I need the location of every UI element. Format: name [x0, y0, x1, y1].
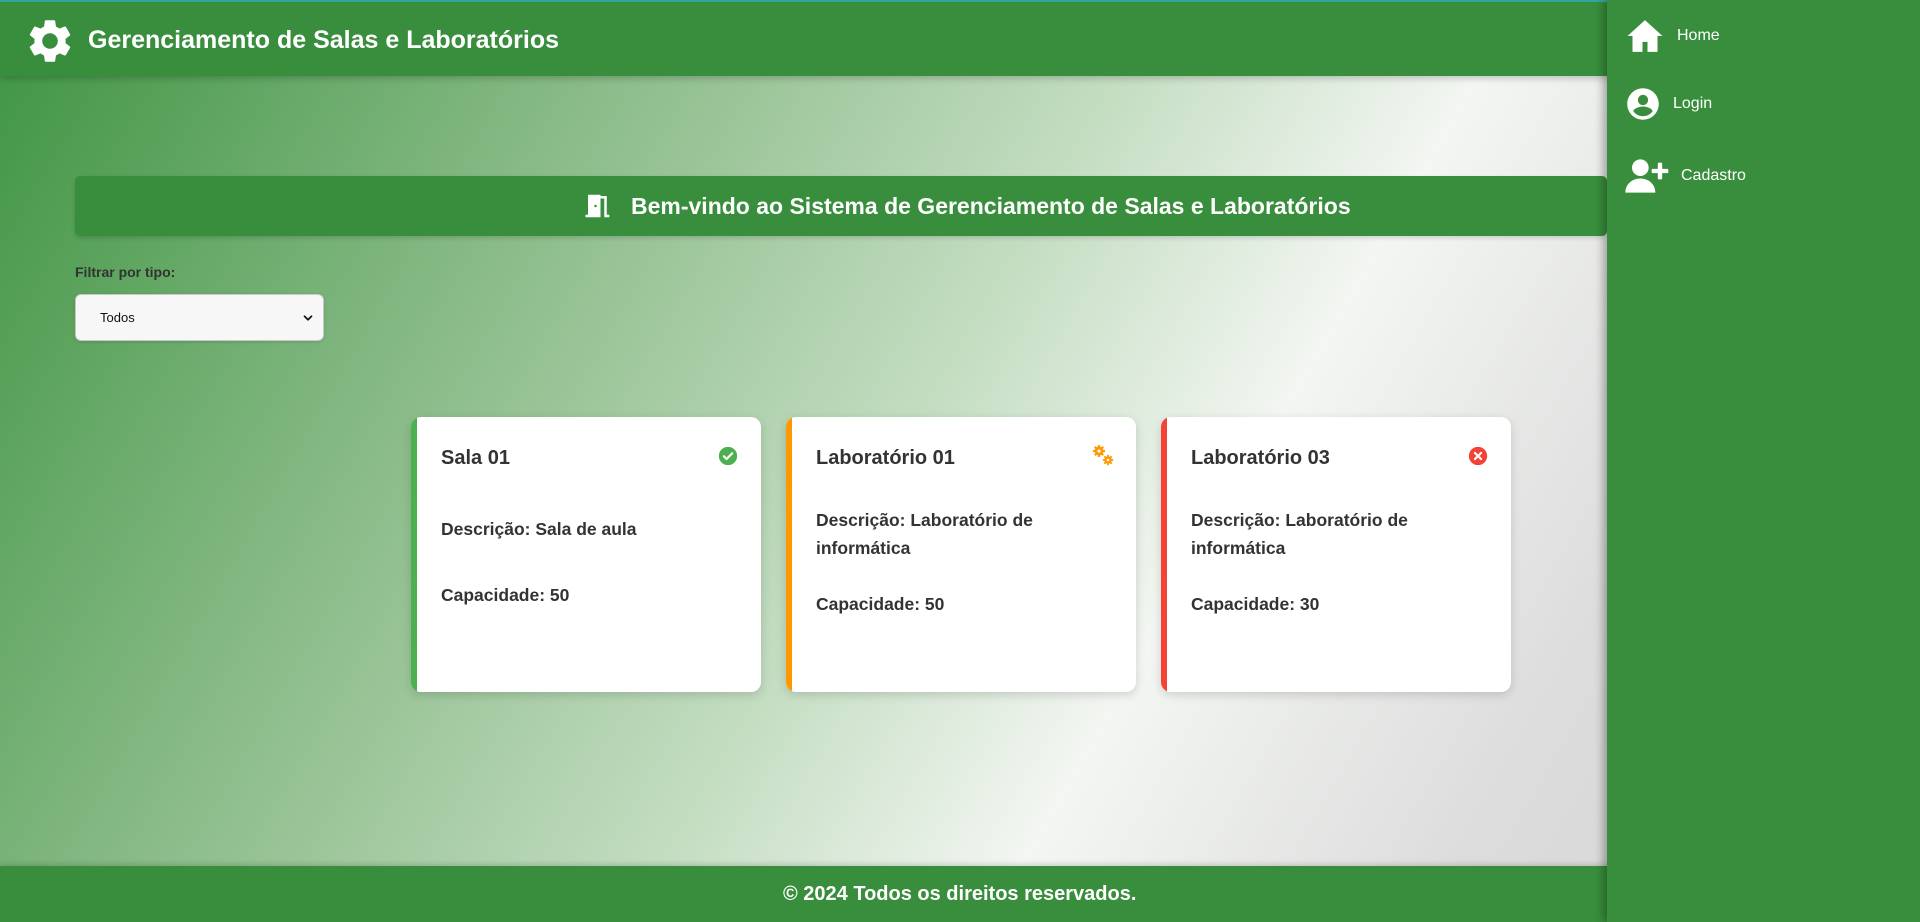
filter-selected-value: Todos — [100, 310, 135, 325]
card-title: Laboratório 03 — [1191, 447, 1330, 469]
welcome-banner: Bem-vindo ao Sistema de Gerenciamento de… — [75, 176, 1607, 236]
footer-copyright: © 2024 Todos os direitos reservados. — [783, 883, 1137, 905]
room-card[interactable]: Laboratório 01 Descrição: Laboratório de… — [786, 417, 1136, 692]
nav-label: Home — [1677, 27, 1720, 44]
nav-label: Login — [1673, 95, 1713, 112]
gear-icon — [29, 20, 71, 62]
card-capacity: Capacidade: 50 — [441, 585, 570, 605]
type-filter-select[interactable]: Todos — [75, 294, 324, 341]
nav-login[interactable]: Login — [1625, 86, 1712, 122]
card-title: Sala 01 — [441, 447, 510, 469]
filter-label: Filtrar por tipo: — [75, 264, 176, 280]
card-status-accent — [1161, 417, 1167, 692]
card-description: Descrição: Laboratório de informática — [1191, 510, 1408, 558]
gears-icon — [1093, 445, 1114, 466]
card-status-accent — [411, 417, 417, 692]
home-icon — [1627, 20, 1663, 52]
nav-label: Cadastro — [1681, 167, 1746, 184]
card-capacity: Capacidade: 30 — [1191, 594, 1320, 614]
side-nav: Home Login Cadastro — [1607, 0, 1920, 922]
nav-cadastro[interactable]: Cadastro — [1625, 156, 1746, 196]
room-card[interactable]: Laboratório 03 Descrição: Laboratório de… — [1161, 417, 1511, 692]
card-capacity: Capacidade: 50 — [816, 594, 945, 614]
card-status-accent — [786, 417, 792, 692]
user-circle-icon — [1627, 88, 1659, 120]
user-plus-icon — [1625, 159, 1669, 193]
card-description: Descrição: Sala de aula — [441, 519, 637, 539]
nav-home[interactable]: Home — [1625, 16, 1720, 56]
welcome-text: Bem-vindo ao Sistema de Gerenciamento de… — [631, 192, 1351, 219]
chevron-down-icon — [303, 315, 313, 321]
door-open-icon — [585, 194, 610, 218]
card-title: Laboratório 01 — [816, 447, 955, 469]
check-circle-icon — [718, 446, 738, 466]
app-title: Gerenciamento de Salas e Laboratórios — [88, 26, 559, 54]
close-circle-icon — [1468, 446, 1488, 466]
card-description: Descrição: Laboratório de informática — [816, 510, 1033, 558]
room-card[interactable]: Sala 01 Descrição: Sala de aula Capacida… — [411, 417, 761, 692]
